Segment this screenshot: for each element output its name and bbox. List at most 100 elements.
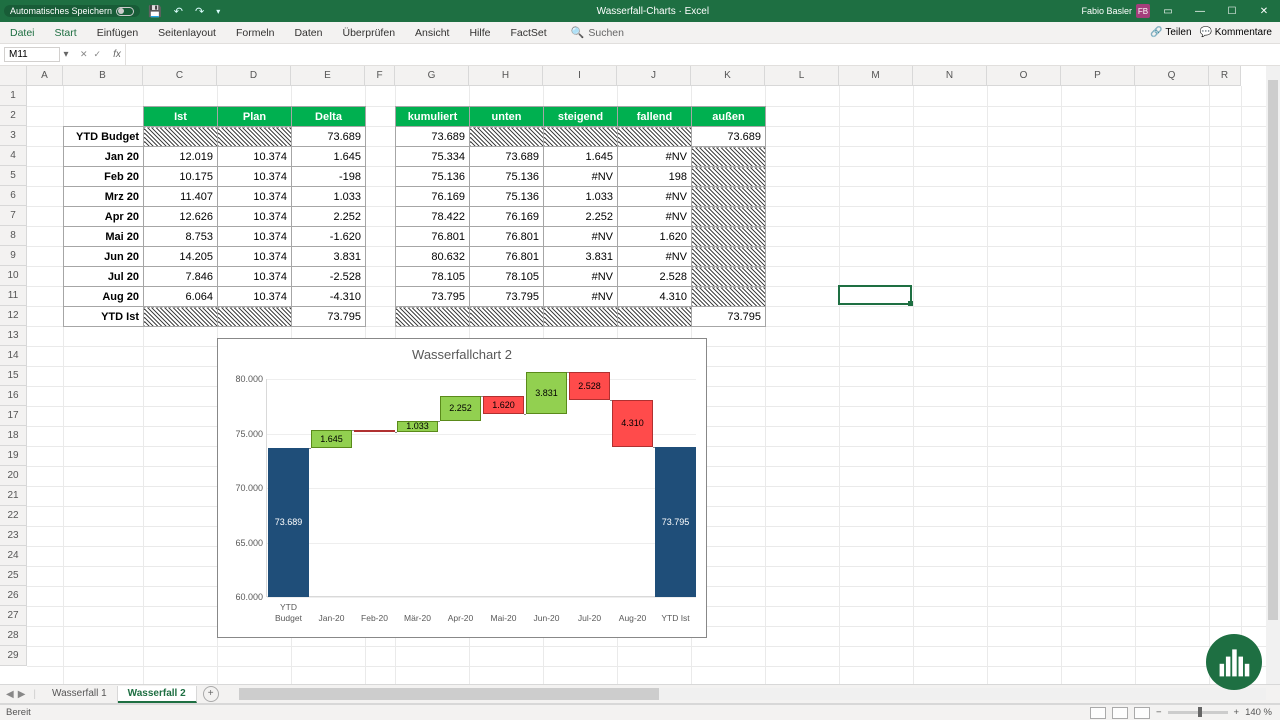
qat-dropdown-icon[interactable]: ▾: [212, 7, 224, 16]
col-header-I[interactable]: I: [543, 66, 617, 86]
row-header-11[interactable]: 11: [0, 286, 27, 306]
zoom-level[interactable]: 140 %: [1245, 707, 1272, 718]
col-header-M[interactable]: M: [839, 66, 913, 86]
cell[interactable]: #NV: [544, 267, 618, 287]
cell[interactable]: 76.801: [470, 227, 544, 247]
row-header-12[interactable]: 12: [0, 306, 27, 326]
tab-nav-next-icon[interactable]: ▶: [16, 689, 28, 700]
ribbon-tab-start[interactable]: Start: [45, 27, 87, 39]
cell[interactable]: Jun 20: [64, 247, 144, 267]
cell[interactable]: #NV: [618, 147, 692, 167]
col-header-F[interactable]: F: [365, 66, 395, 86]
cell[interactable]: 73.689: [692, 127, 766, 147]
zoom-out-button[interactable]: −: [1156, 707, 1162, 718]
save-icon[interactable]: 💾: [144, 5, 166, 18]
col-header-H[interactable]: H: [469, 66, 543, 86]
comments-button[interactable]: 💬 Kommentare: [1200, 27, 1272, 38]
cell[interactable]: 10.374: [218, 167, 292, 187]
cell[interactable]: 4.310: [618, 287, 692, 307]
table-header[interactable]: Ist: [144, 107, 218, 127]
cell[interactable]: 76.169: [396, 187, 470, 207]
cell[interactable]: 6.064: [144, 287, 218, 307]
table-header[interactable]: steigend: [544, 107, 618, 127]
cell[interactable]: -4.310: [292, 287, 366, 307]
cell[interactable]: 73.795: [470, 287, 544, 307]
row-header-1[interactable]: 1: [0, 86, 27, 106]
cell[interactable]: -198: [292, 167, 366, 187]
cell[interactable]: 3.831: [544, 247, 618, 267]
cell[interactable]: [144, 307, 218, 327]
waterfall-bar[interactable]: 73.689: [268, 448, 309, 597]
row-header-8[interactable]: 8: [0, 226, 27, 246]
cell[interactable]: Mai 20: [64, 227, 144, 247]
cell[interactable]: [544, 307, 618, 327]
cell[interactable]: [218, 307, 292, 327]
row-header-14[interactable]: 14: [0, 346, 27, 366]
cell[interactable]: 78.105: [470, 267, 544, 287]
waterfall-bar[interactable]: 2.528: [569, 372, 610, 400]
cell[interactable]: #NV: [544, 287, 618, 307]
waterfall-bar[interactable]: 1.645: [311, 430, 352, 448]
page-layout-view-button[interactable]: [1112, 707, 1128, 719]
cell[interactable]: 75.136: [396, 167, 470, 187]
cell[interactable]: 10.374: [218, 267, 292, 287]
cell[interactable]: [692, 247, 766, 267]
cell[interactable]: 8.753: [144, 227, 218, 247]
cell[interactable]: #NV: [544, 227, 618, 247]
row-header-15[interactable]: 15: [0, 366, 27, 386]
cell[interactable]: 73.795: [692, 307, 766, 327]
row-header-26[interactable]: 26: [0, 586, 27, 606]
cell[interactable]: 73.689: [470, 147, 544, 167]
cell[interactable]: [692, 227, 766, 247]
row-header-7[interactable]: 7: [0, 206, 27, 226]
row-header-25[interactable]: 25: [0, 566, 27, 586]
cell[interactable]: 78.105: [396, 267, 470, 287]
ribbon-options-icon[interactable]: ▭: [1154, 0, 1182, 22]
col-header-J[interactable]: J: [617, 66, 691, 86]
cell[interactable]: 73.795: [292, 307, 366, 327]
col-header-L[interactable]: L: [765, 66, 839, 86]
cell[interactable]: 1.620: [618, 227, 692, 247]
cell[interactable]: 12.626: [144, 207, 218, 227]
table-header[interactable]: außen: [692, 107, 766, 127]
cell[interactable]: [692, 167, 766, 187]
cell[interactable]: [692, 287, 766, 307]
cell[interactable]: 75.136: [470, 187, 544, 207]
waterfall-bar[interactable]: [354, 430, 395, 432]
cell[interactable]: [470, 307, 544, 327]
cell[interactable]: 2.528: [618, 267, 692, 287]
cell[interactable]: 3.831: [292, 247, 366, 267]
cell[interactable]: [618, 307, 692, 327]
ribbon-tab-ansicht[interactable]: Ansicht: [405, 27, 459, 39]
zoom-slider[interactable]: [1168, 711, 1228, 714]
cell[interactable]: 10.374: [218, 147, 292, 167]
cell[interactable]: 10.374: [218, 247, 292, 267]
fx-icon[interactable]: fx: [109, 49, 125, 60]
cell[interactable]: 2.252: [292, 207, 366, 227]
maximize-button[interactable]: ☐: [1218, 0, 1246, 22]
col-header-R[interactable]: R: [1209, 66, 1241, 86]
cell[interactable]: 10.175: [144, 167, 218, 187]
cell[interactable]: 76.169: [470, 207, 544, 227]
ribbon-tab-factset[interactable]: FactSet: [500, 27, 556, 39]
cell[interactable]: Aug 20: [64, 287, 144, 307]
ribbon-tab-datei[interactable]: Datei: [0, 27, 45, 39]
cell[interactable]: [618, 127, 692, 147]
cell[interactable]: 73.689: [396, 127, 470, 147]
cell[interactable]: 10.374: [218, 187, 292, 207]
col-header-O[interactable]: O: [987, 66, 1061, 86]
table-header[interactable]: unten: [470, 107, 544, 127]
col-header-B[interactable]: B: [63, 66, 143, 86]
col-header-G[interactable]: G: [395, 66, 469, 86]
row-header-3[interactable]: 3: [0, 126, 27, 146]
row-header-27[interactable]: 27: [0, 606, 27, 626]
cell[interactable]: [692, 207, 766, 227]
row-header-22[interactable]: 22: [0, 506, 27, 526]
cell[interactable]: #NV: [618, 207, 692, 227]
cell[interactable]: Jan 20: [64, 147, 144, 167]
cell[interactable]: 14.205: [144, 247, 218, 267]
sheet-tab[interactable]: Wasserfall 1: [42, 686, 118, 703]
cell[interactable]: Feb 20: [64, 167, 144, 187]
autosave-toggle[interactable]: Automatisches Speichern: [4, 5, 140, 17]
sheet-tab[interactable]: Wasserfall 2: [118, 686, 197, 703]
